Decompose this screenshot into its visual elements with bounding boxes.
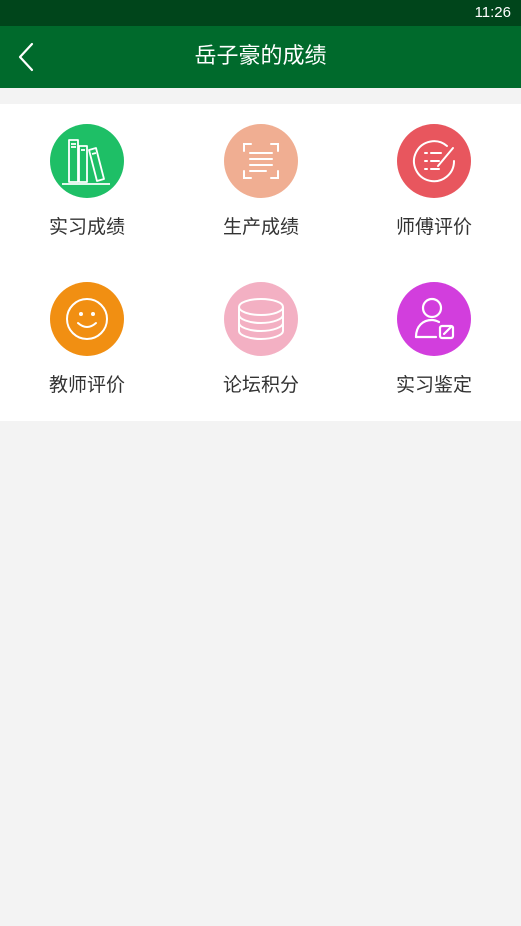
document-scan-icon [243,143,279,179]
app-bar: 岳子豪的成绩 [0,26,521,88]
coins-stack-icon [238,298,284,341]
menu-item-label: 教师评价 [48,374,125,396]
menu-item-label: 实习鉴定 [395,374,472,396]
menu-item-internship-appraisal[interactable]: 实习鉴定 [347,262,521,420]
menu-icon-circle [224,124,298,198]
menu-icon-circle [397,124,471,198]
menu-item-label: 师傅评价 [395,216,472,238]
menu-item-label: 论坛积分 [222,374,299,396]
menu-item-forum-points[interactable]: 论坛积分 [174,262,348,420]
page-title: 岳子豪的成绩 [194,44,327,69]
menu-icon-circle [50,282,124,356]
books-icon [62,139,110,185]
smiley-icon [66,298,108,340]
menu-icon-circle [397,282,471,356]
menu-item-teacher-evaluation[interactable]: 教师评价 [0,262,174,420]
menu-icon-circle [50,124,124,198]
user-edit-icon [414,297,455,340]
menu-item-mentor-evaluation[interactable]: 师傅评价 [347,104,521,262]
checklist-icon [413,140,456,183]
status-time: 11:26 [474,4,511,21]
menu-item-production-score[interactable]: 生产成绩 [174,104,348,262]
menu-item-label: 实习成绩 [48,216,125,238]
menu-icon-circle [224,282,298,356]
menu-item-label: 生产成绩 [222,216,299,238]
menu-item-practice-score[interactable]: 实习成绩 [0,104,174,262]
menu-grid: 实习成绩 生产成绩 师傅评价 教师评价 论坛积分 实习鉴定 [0,104,521,421]
status-bar: 11:26 [0,0,521,26]
